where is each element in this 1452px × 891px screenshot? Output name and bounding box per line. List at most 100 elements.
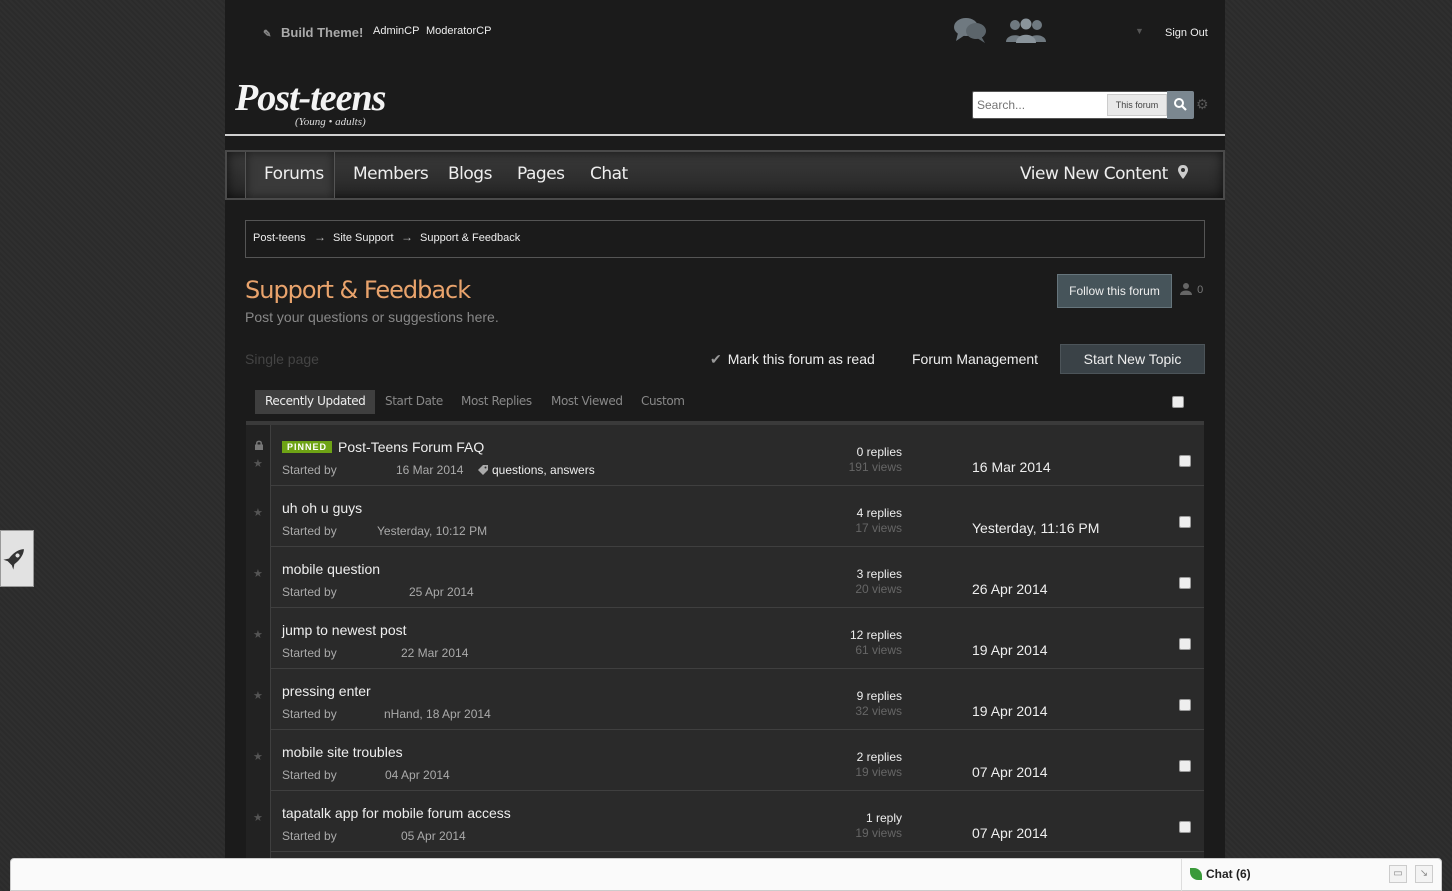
reply-count: 4 replies	[856, 506, 902, 520]
rocket-icon	[3, 549, 24, 570]
table-row: ★ uh oh u guys Started by Yesterday, 10:…	[246, 486, 1204, 547]
search-input[interactable]	[977, 97, 1105, 113]
sort-tab-start-date[interactable]: Start Date	[385, 390, 443, 414]
last-post-date[interactable]: 19 Apr 2014	[972, 703, 1048, 719]
breadcrumb-item[interactable]: Post-teens	[253, 232, 306, 244]
star-icon[interactable]: ★	[253, 567, 263, 580]
topic-checkbox[interactable]	[1179, 638, 1191, 650]
last-post-date[interactable]: 07 Apr 2014	[972, 825, 1048, 841]
nav-pages[interactable]: Pages	[517, 152, 565, 198]
chat-bar: Chat (6) ▭ ↘	[10, 858, 1442, 891]
follower-count[interactable]: 0	[1178, 282, 1203, 296]
last-post-date[interactable]: 07 Apr 2014	[972, 764, 1048, 780]
topic-title[interactable]: PINNED Post-Teens Forum FAQ	[282, 439, 484, 455]
chat-toggle[interactable]: Chat (6)	[1181, 859, 1385, 891]
row-status: ★	[246, 486, 271, 547]
topic-checkbox[interactable]	[1179, 516, 1191, 528]
last-post-date[interactable]: 16 Mar 2014	[972, 459, 1051, 475]
reply-count: 12 replies	[849, 628, 902, 642]
view-count: 191 views	[848, 460, 902, 474]
last-post-date[interactable]: Yesterday, 11:16 PM	[972, 520, 1099, 536]
topic-checkbox[interactable]	[1179, 577, 1191, 589]
chat-bubble-icon[interactable]: ▭	[1389, 865, 1407, 883]
mark-read-link[interactable]: ✔ Mark this forum as read	[710, 351, 875, 368]
star-icon[interactable]: ★	[253, 750, 263, 763]
follow-forum-button[interactable]: Follow this forum	[1057, 274, 1172, 308]
nav-forums[interactable]: Forums	[245, 152, 335, 198]
started-by-label: Started by	[282, 646, 337, 660]
view-new-content-link[interactable]: View New Content	[1020, 152, 1168, 198]
topic-title[interactable]: tapatalk app for mobile forum access	[282, 805, 511, 821]
started-by-label: Started by	[282, 585, 337, 599]
last-post-date[interactable]: 19 Apr 2014	[972, 642, 1048, 658]
page-title: Support & Feedback	[245, 276, 471, 304]
sort-tab-custom[interactable]: Custom	[641, 390, 685, 414]
topic-checkbox[interactable]	[1179, 699, 1191, 711]
star-icon[interactable]: ★	[253, 457, 263, 470]
sort-tab-most-viewed[interactable]: Most Viewed	[551, 390, 623, 414]
breadcrumb: Post-teens → Site Support → Support & Fe…	[245, 220, 1205, 258]
topic-checkbox[interactable]	[1179, 821, 1191, 833]
members-icon[interactable]	[1005, 18, 1047, 44]
nav-blogs[interactable]: Blogs	[448, 152, 492, 198]
header-divider	[225, 134, 1225, 136]
search-scope[interactable]: This forum	[1107, 94, 1167, 116]
star-icon[interactable]: ★	[253, 628, 263, 641]
topic-title[interactable]: jump to newest post	[282, 622, 407, 638]
topic-title[interactable]: mobile question	[282, 561, 380, 577]
star-icon[interactable]: ★	[253, 811, 263, 824]
user-bar: ✎ Build Theme! AdminCP ModeratorCP ▼ Sign…	[225, 0, 1225, 70]
started-by-label: Started by	[282, 768, 337, 782]
nav-members[interactable]: Members	[353, 152, 429, 198]
main-nav: Forums Members Blogs Pages Chat View New…	[225, 150, 1225, 200]
reply-count: 9 replies	[856, 689, 902, 703]
row-status: ★	[246, 730, 271, 791]
popout-icon[interactable]: ↘	[1415, 865, 1433, 883]
view-count: 19 views	[855, 826, 902, 840]
follower-icon	[1180, 283, 1192, 295]
started-by-label: Started by	[282, 829, 337, 843]
last-post-date[interactable]: 26 Apr 2014	[972, 581, 1048, 597]
messages-icon[interactable]	[953, 16, 987, 44]
table-row: ★ mobile site troubles Started by 04 Apr…	[246, 730, 1204, 791]
topic-title[interactable]: uh oh u guys	[282, 500, 362, 516]
topic-list: ★ PINNED Post-Teens Forum FAQ Started by …	[246, 421, 1204, 861]
breadcrumb-item[interactable]: Support & Feedback	[420, 232, 520, 244]
row-status: ★	[246, 669, 271, 730]
start-date: 16 Mar 2014	[396, 463, 464, 477]
admincp-link[interactable]: AdminCP	[373, 25, 419, 37]
table-row: ★ pressing enter Started by nHand, 18 Ap…	[246, 669, 1204, 730]
started-by-label: Started by	[282, 524, 337, 538]
sort-tab-recently-updated[interactable]: Recently Updated	[255, 390, 376, 414]
chevron-down-icon[interactable]: ▼	[1135, 26, 1144, 36]
launcher-tab[interactable]	[0, 530, 34, 587]
start-new-topic-button[interactable]: Start New Topic	[1060, 344, 1205, 374]
table-row: ★ PINNED Post-Teens Forum FAQ Started by …	[246, 425, 1204, 486]
star-icon[interactable]: ★	[253, 506, 263, 519]
sign-out-link[interactable]: Sign Out	[1165, 27, 1208, 39]
sort-tab-most-replies[interactable]: Most Replies	[461, 390, 532, 414]
breadcrumb-item[interactable]: Site Support	[333, 232, 394, 244]
nav-chat[interactable]: Chat	[590, 152, 628, 198]
star-icon[interactable]: ★	[253, 689, 263, 702]
search-icon	[1174, 98, 1187, 111]
select-all-checkbox[interactable]	[1172, 396, 1184, 408]
chat-count: (6)	[1236, 867, 1251, 881]
topic-title[interactable]: pressing enter	[282, 683, 371, 699]
moderatorcp-link[interactable]: ModeratorCP	[426, 25, 491, 37]
topic-checkbox[interactable]	[1179, 455, 1191, 467]
topic-tags[interactable]: questions, answers	[477, 463, 595, 477]
view-count: 19 views	[855, 765, 902, 779]
site-logo[interactable]: Post-teens (Young • adults)	[235, 76, 386, 128]
gear-icon[interactable]: ⚙	[1196, 96, 1209, 113]
reply-count: 1 reply	[865, 811, 902, 825]
forum-management-link[interactable]: Forum Management	[912, 351, 1038, 367]
build-theme-link[interactable]: ✎ Build Theme!	[263, 25, 363, 40]
topic-title[interactable]: mobile site troubles	[282, 744, 403, 760]
tag-icon	[478, 465, 488, 475]
location-pin-icon[interactable]	[1177, 164, 1189, 182]
search-button[interactable]	[1167, 91, 1194, 119]
row-status: ★	[246, 608, 271, 669]
forum-description: Post your questions or suggestions here.	[245, 309, 499, 325]
topic-checkbox[interactable]	[1179, 760, 1191, 772]
